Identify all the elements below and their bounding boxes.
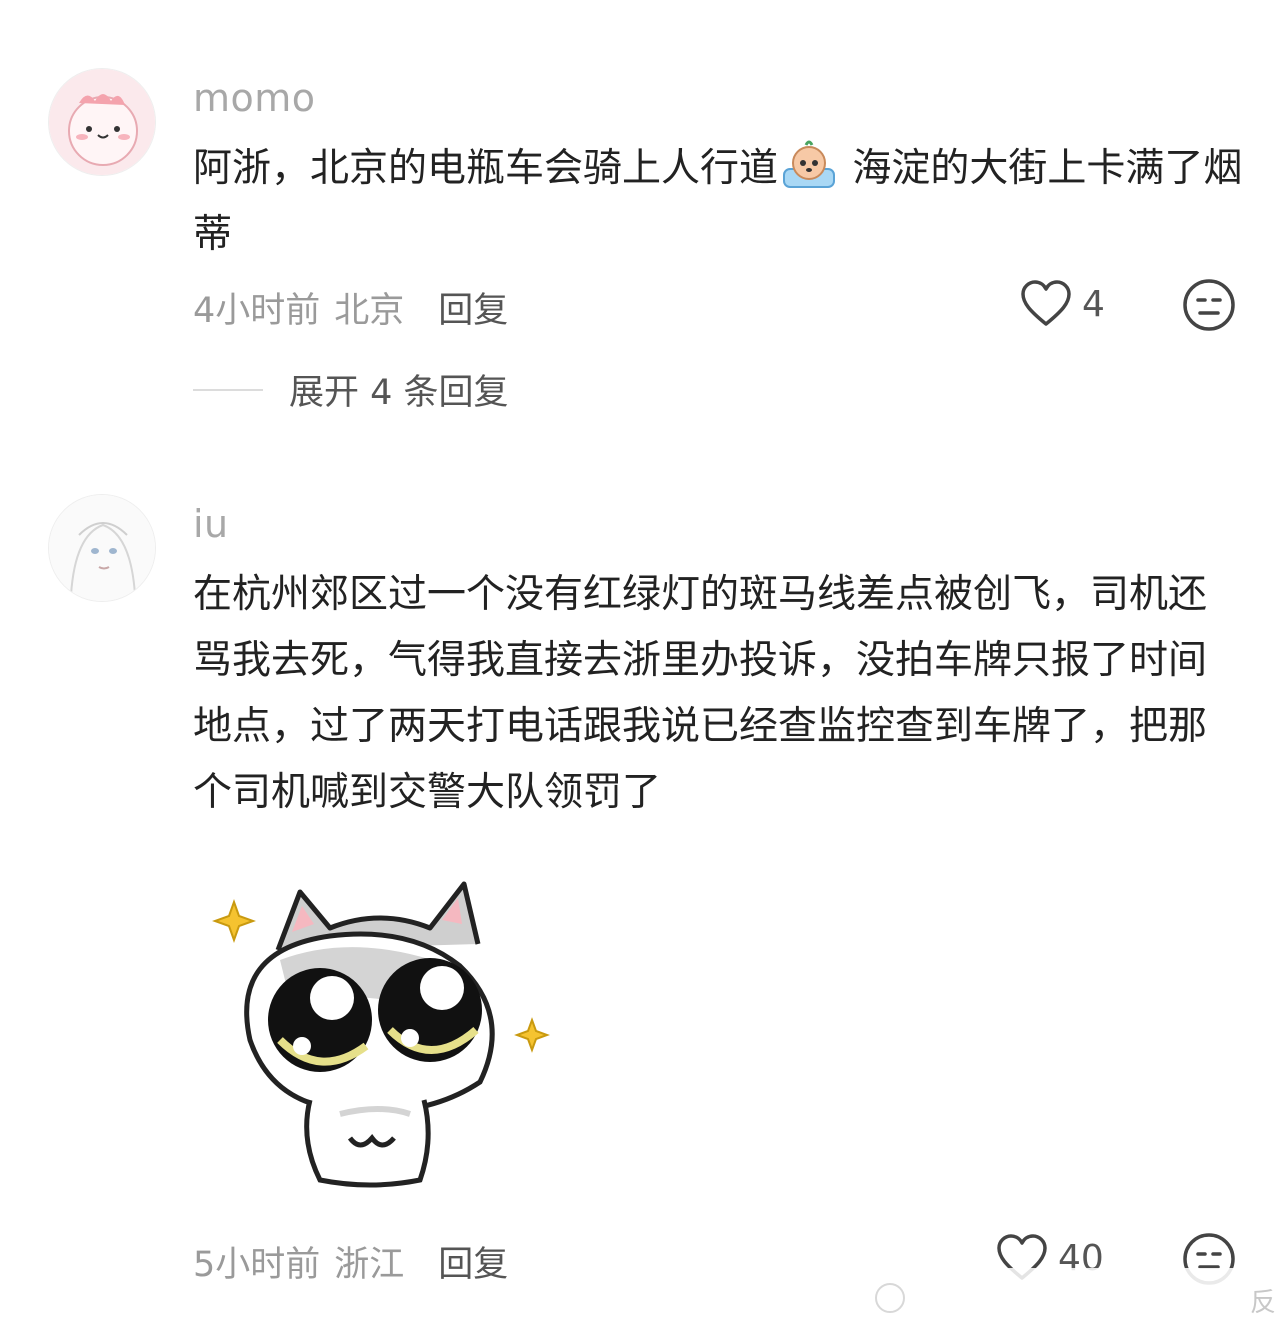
like-count: 4 (1082, 283, 1105, 325)
reply-button[interactable]: 回复 (438, 282, 508, 333)
comment-text: 在杭州郊区过一个没有红绿灯的斑马线差点被创飞，司机还骂我去死，气得我直接去浙里办… (193, 572, 1208, 815)
location: 浙江 (334, 1245, 405, 1285)
watermark: 反 (860, 1268, 1284, 1327)
cat-sticker[interactable] (210, 870, 560, 1190)
avatar[interactable] (48, 494, 156, 602)
username[interactable]: momo (193, 76, 316, 120)
comment-text-part: 阿浙，北京的电瓶车会骑上人行道 (193, 146, 779, 191)
expand-replies-label: 展开 4 条回复 (289, 373, 509, 413)
avatar[interactable] (48, 68, 156, 176)
comment-meta: 4小时前 北京 回复 (193, 282, 508, 333)
reply-button[interactable]: 回复 (438, 1236, 508, 1287)
comment-meta: 5小时前 浙江 回复 (193, 1236, 508, 1287)
react-button[interactable] (1182, 278, 1236, 336)
watermark-text: 反 (1249, 1288, 1276, 1318)
neutral-face-icon (1183, 279, 1235, 331)
timestamp: 5小时前 (193, 1245, 321, 1285)
expand-replies-button[interactable]: 展开 4 条回复 (193, 364, 509, 415)
crying-face-emoji (780, 139, 838, 189)
location: 北京 (334, 291, 405, 331)
heart-icon (1021, 280, 1071, 326)
timestamp: 4小时前 (193, 291, 321, 331)
username[interactable]: iu (193, 502, 229, 546)
divider (193, 388, 263, 391)
like-button[interactable]: 4 (1020, 280, 1105, 328)
comment-text: 阿浙，北京的电瓶车会骑上人行道 海淀的大街上卡满了烟蒂 (193, 136, 1243, 268)
